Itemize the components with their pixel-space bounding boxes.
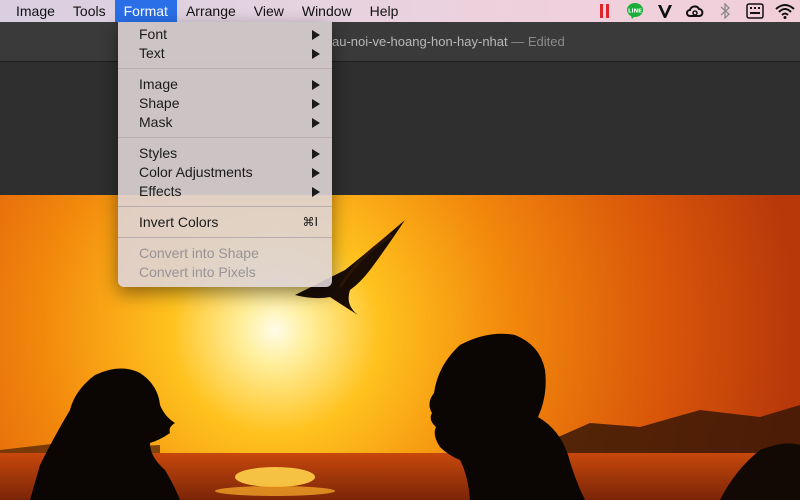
keyboard-input-icon[interactable] <box>744 0 766 22</box>
submenu-arrow-icon <box>312 187 320 197</box>
menu-item-mask[interactable]: Mask <box>118 113 332 132</box>
status-menus: LINE <box>590 0 800 22</box>
edited-status: — Edited <box>511 34 565 49</box>
menu-separator <box>118 137 332 138</box>
menu-item-effects-label: Effects <box>139 183 182 199</box>
menu-view[interactable]: View <box>245 0 293 22</box>
vectorize-v-icon[interactable] <box>654 0 676 22</box>
submenu-arrow-icon <box>312 30 320 40</box>
menu-item-mask-label: Mask <box>139 114 173 130</box>
menu-item-shape[interactable]: Shape <box>118 94 332 113</box>
menu-bar: Image Tools Format Arrange View Window H… <box>0 0 800 22</box>
submenu-arrow-icon <box>312 99 320 109</box>
menu-item-font-label: Font <box>139 26 168 42</box>
document-name: au-noi-ve-hoang-hon-hay-nhat <box>332 34 508 49</box>
menu-item-styles-label: Styles <box>139 145 178 161</box>
wifi-icon[interactable] <box>774 0 796 22</box>
menu-help[interactable]: Help <box>361 0 408 22</box>
menu-item-color-adjustments-label: Color Adjustments <box>139 164 253 180</box>
menu-tools[interactable]: Tools <box>64 0 115 22</box>
menu-arrange[interactable]: Arrange <box>177 0 245 22</box>
line-badge: LINE <box>628 9 642 15</box>
bluetooth-icon[interactable] <box>714 0 736 22</box>
menu-item-shape-label: Shape <box>139 95 180 111</box>
menu-window[interactable]: Window <box>293 0 361 22</box>
creative-cloud-icon[interactable] <box>684 0 706 22</box>
menu-separator <box>118 206 332 207</box>
menu-item-invert-colors[interactable]: Invert Colors ⌘I <box>118 213 332 232</box>
menu-item-font[interactable]: Font <box>118 25 332 44</box>
submenu-arrow-icon <box>312 168 320 178</box>
submenu-arrow-icon <box>312 118 320 128</box>
menu-item-styles[interactable]: Styles <box>118 144 332 163</box>
menu-item-color-adjustments[interactable]: Color Adjustments <box>118 163 332 182</box>
line-app-icon[interactable]: LINE <box>624 0 646 22</box>
submenu-arrow-icon <box>312 49 320 59</box>
menu-format[interactable]: Format <box>114 0 177 22</box>
menu-separator <box>118 237 332 238</box>
menu-item-effects[interactable]: Effects <box>118 182 332 201</box>
parallels-pause-icon[interactable] <box>594 0 616 22</box>
submenu-arrow-icon <box>312 80 320 90</box>
menu-item-invert-colors-label: Invert Colors <box>139 214 219 230</box>
format-menu: Font Text Image Shape Mask Styles Color … <box>118 22 332 287</box>
menu-separator <box>118 68 332 69</box>
menu-image[interactable]: Image <box>0 0 64 22</box>
menu-item-image-label: Image <box>139 76 178 92</box>
menu-item-convert-into-pixels-label: Convert into Pixels <box>139 264 256 280</box>
menu-item-text[interactable]: Text <box>118 44 332 63</box>
menu-item-text-label: Text <box>139 45 165 61</box>
menu-item-image[interactable]: Image <box>118 75 332 94</box>
menu-item-convert-into-shape: Convert into Shape <box>118 244 332 263</box>
document-title: au-noi-ve-hoang-hon-hay-nhat — Edited <box>332 34 565 49</box>
submenu-arrow-icon <box>312 149 320 159</box>
menu-item-convert-into-pixels: Convert into Pixels <box>118 263 332 282</box>
menu-item-convert-into-shape-label: Convert into Shape <box>139 245 259 261</box>
shortcut-label: ⌘I <box>302 215 318 229</box>
